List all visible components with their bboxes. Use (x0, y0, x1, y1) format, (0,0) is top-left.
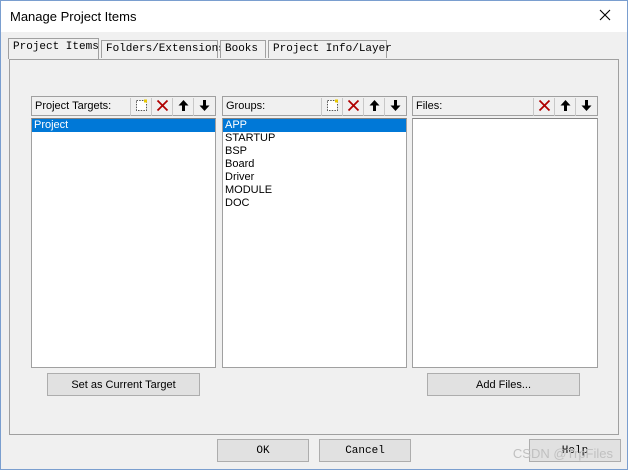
list-item[interactable]: Project (32, 119, 215, 132)
move-group-down-button[interactable] (384, 98, 405, 116)
button-label: Help (561, 444, 589, 457)
tab-project-items[interactable]: Project Items (8, 38, 99, 59)
delete-icon (347, 99, 360, 115)
move-target-down-button[interactable] (193, 98, 214, 116)
groups-group: Groups: APP STARTUP BSP Board Driver MOD… (222, 96, 407, 369)
groups-header: Groups: (222, 96, 407, 116)
targets-label: Project Targets: (35, 100, 112, 112)
delete-icon (538, 99, 551, 115)
new-target-button[interactable] (130, 98, 151, 116)
move-file-down-button[interactable] (575, 98, 596, 116)
ok-button[interactable]: OK (217, 439, 309, 462)
files-group: Files: (412, 96, 598, 369)
cancel-button[interactable]: Cancel (319, 439, 411, 462)
targets-toolbar (130, 98, 214, 116)
targets-header: Project Targets: (31, 96, 216, 116)
tab-label: Project Items (13, 41, 99, 53)
button-label: Set as Current Target (71, 378, 176, 391)
list-item[interactable]: DOC (223, 197, 406, 210)
files-header: Files: (412, 96, 598, 116)
arrow-up-icon (559, 99, 572, 115)
add-files-button[interactable]: Add Files... (427, 373, 580, 396)
delete-target-button[interactable] (151, 98, 172, 116)
targets-list[interactable]: Project (31, 118, 216, 368)
arrow-down-icon (198, 99, 211, 115)
button-label: Add Files... (475, 378, 532, 391)
delete-file-button[interactable] (533, 98, 554, 116)
arrow-down-icon (580, 99, 593, 115)
tab-label: Folders/Extensions (106, 43, 225, 55)
groups-toolbar (321, 98, 405, 116)
move-target-up-button[interactable] (172, 98, 193, 116)
tab-panel: Project Targets: Project Groups: APP STA… (9, 59, 619, 435)
manage-project-items-dialog: Manage Project Items Project Items Folde… (0, 0, 628, 470)
arrow-up-icon (177, 99, 190, 115)
tab-project-info-layer[interactable]: Project Info/Layer (268, 40, 392, 58)
tab-label: Books (225, 43, 259, 55)
new-item-icon (135, 99, 148, 115)
button-label: OK (256, 444, 270, 457)
arrow-down-icon (389, 99, 402, 115)
new-group-button[interactable] (321, 98, 342, 116)
button-label: Cancel (345, 444, 385, 457)
list-item[interactable]: MODULE (223, 184, 406, 197)
new-item-icon (326, 99, 339, 115)
delete-group-button[interactable] (342, 98, 363, 116)
list-item[interactable]: Board (223, 158, 406, 171)
move-group-up-button[interactable] (363, 98, 384, 116)
files-toolbar (533, 98, 596, 116)
close-button[interactable] (583, 1, 627, 32)
title-bar: Manage Project Items (1, 1, 627, 32)
files-list[interactable] (412, 118, 598, 368)
set-current-target-button[interactable]: Set as Current Target (47, 373, 200, 396)
list-item[interactable]: STARTUP (223, 132, 406, 145)
groups-list[interactable]: APP STARTUP BSP Board Driver MODULE DOC (222, 118, 407, 368)
delete-icon (156, 99, 169, 115)
tab-folders-extensions[interactable]: Folders/Extensions (101, 40, 225, 58)
close-icon (599, 9, 611, 24)
help-button[interactable]: Help (529, 439, 621, 462)
list-item[interactable]: BSP (223, 145, 406, 158)
list-item[interactable]: Driver (223, 171, 406, 184)
list-item[interactable]: APP (223, 119, 406, 132)
targets-group: Project Targets: Project (31, 96, 216, 369)
files-label: Files: (416, 100, 443, 112)
tab-books[interactable]: Books (220, 40, 266, 58)
groups-label: Groups: (226, 100, 266, 112)
arrow-up-icon (368, 99, 381, 115)
move-file-up-button[interactable] (554, 98, 575, 116)
window-title: Manage Project Items (10, 9, 137, 24)
tab-label: Project Info/Layer (273, 43, 392, 55)
